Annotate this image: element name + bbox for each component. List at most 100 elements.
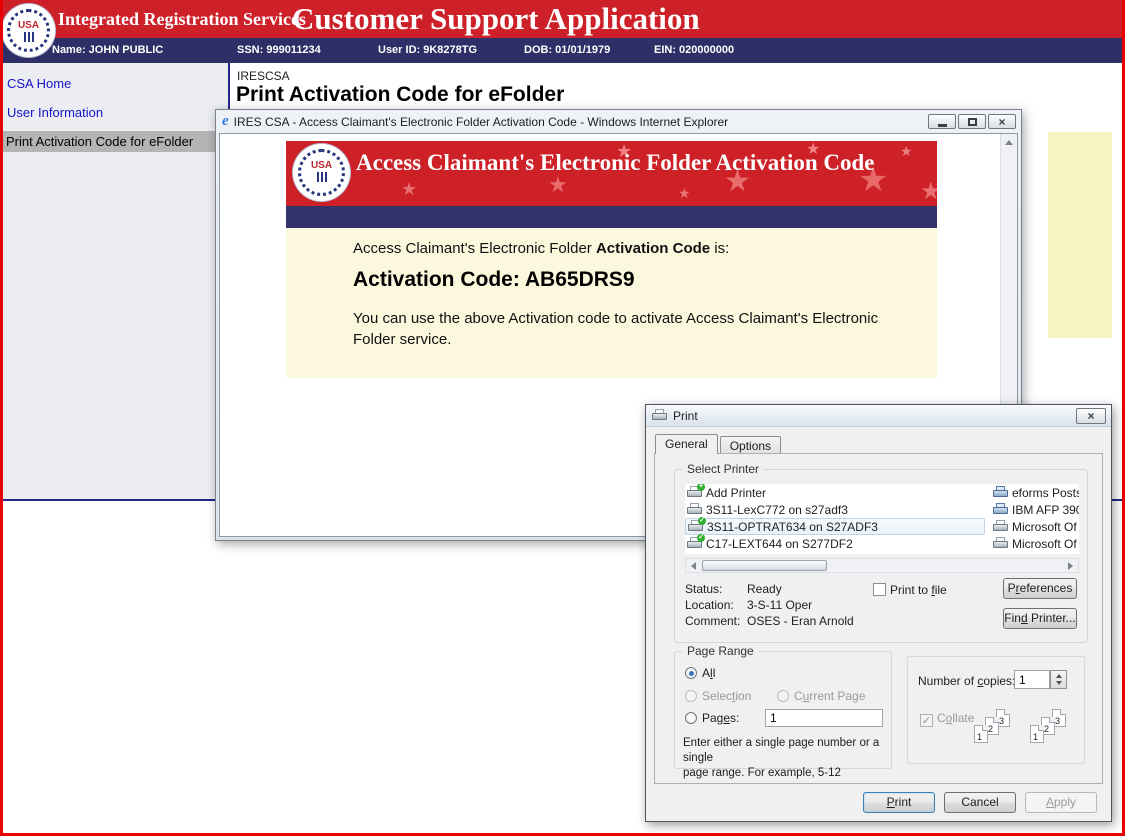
scroll-up-button[interactable]	[1001, 134, 1017, 151]
maximize-icon	[968, 118, 977, 126]
preferences-button[interactable]: Preferences	[1003, 578, 1077, 599]
scroll-right-button[interactable]	[1063, 559, 1078, 572]
printer-list: + Add Printer 3S11-LexC772 on s27adf3 ✓ …	[685, 484, 1079, 554]
popup-banner-title: Access Claimant's Electronic Folder Acti…	[356, 150, 875, 176]
ssa-seal-icon: USA	[293, 144, 350, 201]
printer-default-icon: ✓	[687, 537, 703, 550]
document-printer-icon	[993, 486, 1009, 499]
printer-location-row: Location:3-S-11 Oper	[685, 598, 812, 612]
printer-icon	[993, 520, 1009, 533]
radio-selected-icon	[685, 667, 697, 679]
find-printer-button[interactable]: Find Printer...	[1003, 608, 1077, 629]
scrollbar-thumb[interactable]	[702, 560, 827, 571]
printer-default-icon: ✓	[688, 520, 704, 533]
maximize-button[interactable]	[958, 114, 986, 129]
sidebar-item-user-information[interactable]: User Information	[7, 105, 103, 120]
printer-comment-value: OSES - Eran Arnold	[747, 614, 854, 628]
radio-disabled-icon	[685, 690, 697, 702]
print-dialog-titlebar[interactable]: Print	[646, 405, 1111, 427]
radio-current-page: Current Page	[777, 689, 865, 703]
tab-options[interactable]: Options	[720, 436, 781, 454]
print-button[interactable]: Print	[863, 792, 935, 813]
add-printer-icon: +	[687, 486, 703, 499]
close-icon: ×	[1087, 410, 1094, 422]
user-ein: EIN: 020000000	[654, 44, 734, 56]
scroll-right-icon	[1068, 562, 1073, 570]
printer-list-item[interactable]: Microsoft Of	[991, 518, 1079, 535]
minimize-button[interactable]	[928, 114, 956, 129]
popup-navy-bar	[286, 206, 937, 228]
user-dob: DOB: 01/01/1979	[524, 44, 610, 56]
radio-pages[interactable]: Pages:	[685, 711, 739, 725]
printer-icon	[652, 409, 668, 422]
sidebar: CSA Home User Information Print Activati…	[3, 63, 230, 499]
collate-illustration: 1 2 3	[974, 709, 1018, 751]
app-title: Customer Support Application	[292, 1, 700, 37]
user-info-bar: Name: JOHN PUBLIC SSN: 999011234 User ID…	[0, 38, 1125, 63]
printer-list-item[interactable]: IBM AFP 3900	[991, 501, 1079, 518]
sidebar-item-csa-home[interactable]: CSA Home	[7, 76, 71, 91]
printer-list-item[interactable]: 3S11-LexC772 on s27adf3	[685, 501, 985, 518]
star-decoration: ★	[401, 181, 417, 199]
scroll-up-icon	[1005, 140, 1013, 145]
close-icon: ×	[998, 116, 1005, 128]
select-printer-label: Select Printer	[683, 462, 763, 476]
spin-up-icon	[1056, 674, 1062, 678]
radio-all[interactable]: All	[685, 666, 715, 680]
printer-list-item-selected[interactable]: ✓ 3S11-OPTRAT634 on S27ADF3	[685, 518, 985, 535]
horizontal-scrollbar[interactable]	[685, 558, 1079, 573]
checkbox-icon	[873, 583, 886, 596]
activation-code-value: Activation Code: AB65DRS9	[353, 268, 635, 292]
pages-input[interactable]	[765, 709, 883, 727]
ie-window-controls: ×	[928, 114, 1016, 129]
print-dialog-title: Print	[673, 409, 698, 423]
printer-list-item[interactable]: Microsoft Of	[991, 535, 1079, 552]
close-button[interactable]: ×	[988, 114, 1016, 129]
radio-selection: Selection	[685, 689, 751, 703]
general-tab-panel: Select Printer + Add Printer 3S11-LexC77…	[654, 453, 1103, 784]
printer-list-item[interactable]: + Add Printer	[685, 484, 985, 501]
star-decoration: ★	[900, 145, 913, 159]
print-dialog: Print × General Options Select Printer +…	[645, 404, 1112, 822]
page-range-group: Page Range All Selection Current Page Pa…	[674, 651, 892, 769]
ie-window-titlebar[interactable]: e IRES CSA - Access Claimant's Electroni…	[216, 110, 1021, 133]
copies-input[interactable]	[1014, 670, 1050, 689]
activation-body-text: You can use the above Activation code to…	[353, 308, 913, 350]
star-decoration: ★	[678, 187, 691, 201]
cancel-button[interactable]: Cancel	[944, 792, 1016, 813]
select-printer-group: Select Printer + Add Printer 3S11-LexC77…	[674, 469, 1088, 643]
printer-list-item[interactable]: ✓ C17-LEXT644 on S277DF2	[685, 535, 985, 552]
radio-icon	[685, 712, 697, 724]
popup-banner: ★ ★ ★ ★ ★ ★ ★ ★ ★ USA Access Claimant's …	[286, 141, 937, 206]
user-id: User ID: 9K8278TG	[378, 44, 477, 56]
ssa-seal-icon: USA	[2, 4, 55, 57]
minimize-icon	[938, 124, 947, 127]
app-subtitle: Integrated Registration Services	[58, 9, 306, 30]
printer-list-item[interactable]: eforms Posts	[991, 484, 1079, 501]
user-name: Name: JOHN PUBLIC	[52, 44, 163, 56]
sidebar-item-print-activation-code-selected[interactable]: Print Activation Code for eFolder	[3, 131, 216, 152]
radio-disabled-icon	[777, 690, 789, 702]
copies-group: Number of copies: ✓Collate 1 2 3 1 2	[907, 656, 1085, 764]
scroll-left-button[interactable]	[686, 559, 701, 572]
app-header: Integrated Registration Services Custome…	[0, 0, 1125, 38]
activation-intro-text: Access Claimant's Electronic Folder Acti…	[353, 240, 729, 257]
number-of-copies-label: Number of copies:	[918, 674, 1015, 688]
page-side-panel	[1048, 132, 1112, 338]
dialog-tabs: General Options	[655, 434, 781, 454]
tab-general[interactable]: General	[655, 434, 718, 454]
page-range-label: Page Range	[683, 644, 758, 658]
dialog-close-button[interactable]: ×	[1076, 408, 1106, 424]
printer-icon	[993, 503, 1009, 516]
printer-status-row: Status:Ready	[685, 582, 782, 596]
print-to-file-checkbox[interactable]: Print to file	[873, 583, 947, 597]
page-title: Print Activation Code for eFolder	[236, 83, 564, 107]
apply-button: Apply	[1025, 792, 1097, 813]
collate-checkbox: ✓Collate	[920, 711, 974, 727]
checkbox-checked-icon: ✓	[920, 714, 933, 727]
printer-comment-row: Comment:OSES - Eran Arnold	[685, 614, 854, 628]
copies-stepper[interactable]	[1050, 670, 1067, 689]
printer-icon	[687, 503, 703, 516]
page-range-note: Enter either a single page number or a s…	[683, 736, 891, 781]
ie-window-title: IRES CSA - Access Claimant's Electronic …	[234, 115, 728, 129]
